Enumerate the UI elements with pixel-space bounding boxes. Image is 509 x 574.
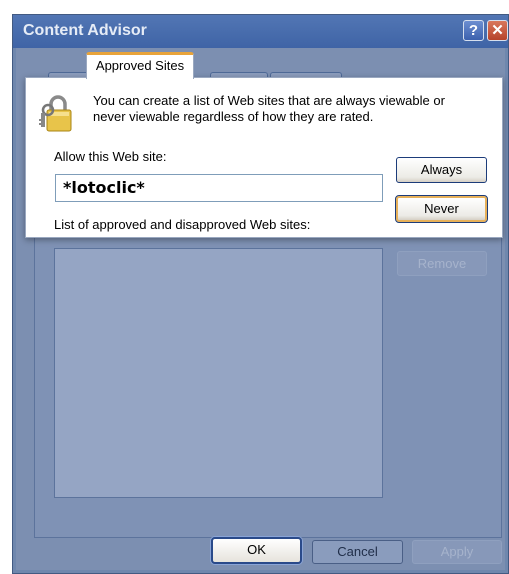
title-bar[interactable]: Content Advisor ? ✕ bbox=[13, 15, 508, 48]
allow-site-label: Allow this Web site: bbox=[54, 149, 167, 164]
approved-sites-list[interactable] bbox=[54, 248, 383, 498]
approved-sites-description: You can create a list of Web sites that … bbox=[93, 93, 445, 124]
always-button[interactable]: Always bbox=[396, 157, 487, 183]
lock-key-icon bbox=[39, 95, 72, 132]
help-button[interactable]: ? bbox=[463, 20, 484, 41]
tab-approved-sites[interactable]: Approved Sites bbox=[86, 52, 194, 79]
never-button[interactable]: Never bbox=[395, 195, 488, 223]
remove-button[interactable]: Remove bbox=[397, 251, 487, 276]
window-title: Content Advisor bbox=[23, 22, 147, 39]
cancel-button[interactable]: Cancel bbox=[312, 540, 403, 564]
close-button[interactable]: ✕ bbox=[487, 20, 508, 41]
apply-button[interactable]: Apply bbox=[412, 540, 502, 564]
sites-list-label: List of approved and disapproved Web sit… bbox=[54, 217, 311, 232]
ok-button[interactable]: OK bbox=[211, 537, 302, 564]
web-site-input[interactable]: *lotoclic* bbox=[55, 174, 383, 202]
